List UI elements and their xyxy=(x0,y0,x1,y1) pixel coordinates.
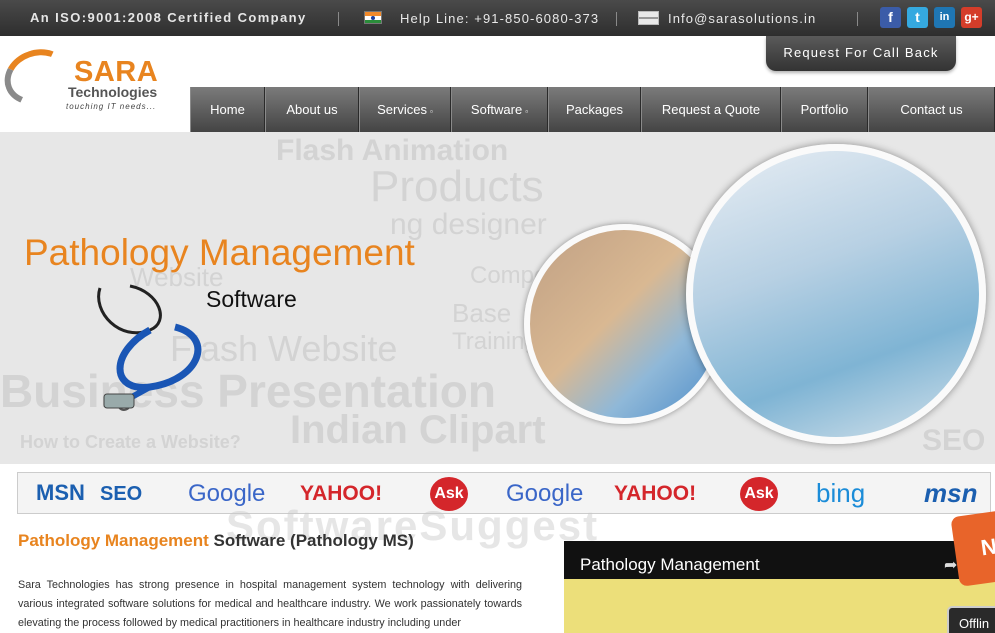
medical-chart-photo xyxy=(686,144,986,444)
ask-logo: Ask xyxy=(740,477,778,511)
logo-sub: Technologies xyxy=(68,84,158,100)
background-word: Base xyxy=(452,298,512,328)
nav-about-us[interactable]: About us xyxy=(265,87,359,132)
intro-paragraph: Sara Technologies has strong presence in… xyxy=(18,579,522,629)
background-word: How to Create a Website? xyxy=(20,432,241,452)
msn-logo: msn xyxy=(924,478,978,508)
video-frame[interactable] xyxy=(564,579,995,633)
yahoo-logo: YAHOO! xyxy=(614,482,697,505)
page: An ISO:9001:2008 Certified Company Help … xyxy=(0,0,995,633)
nav-portfolio[interactable]: Portfolio xyxy=(781,87,868,132)
top-bar: An ISO:9001:2008 Certified Company Help … xyxy=(0,0,995,36)
google-plus-icon[interactable]: g+ xyxy=(961,7,982,28)
divider xyxy=(616,12,617,26)
nav-packages[interactable]: Packages xyxy=(548,87,641,132)
background-word: SEO xyxy=(922,424,986,457)
nav-request-quote[interactable]: Request a Quote xyxy=(641,87,781,132)
logo-tagline: touching IT needs... xyxy=(66,102,157,111)
dropdown-icon: ▫ xyxy=(430,107,433,116)
dropdown-icon: ▫ xyxy=(525,107,529,116)
section-heading: Pathology Management Software (Pathology… xyxy=(18,531,414,551)
heading-rest: Software (Pathology MS) xyxy=(208,531,414,550)
seo-icon: SEO xyxy=(100,483,143,505)
nav-software[interactable]: Software ▫ xyxy=(451,87,548,132)
msn-butterfly-icon: MSN xyxy=(36,480,85,505)
bing-logo: bing xyxy=(816,478,866,508)
india-flag-icon xyxy=(364,11,382,24)
mail-icon xyxy=(638,11,659,25)
facebook-icon[interactable]: f xyxy=(880,7,901,28)
helpline-text: Help Line: +91-850-6080-373 xyxy=(400,11,600,26)
banner-title: Pathology Management xyxy=(24,232,415,273)
hero-banner: Flash Animation Products ng designer Web… xyxy=(0,132,995,464)
video-title: Pathology Management xyxy=(580,555,760,574)
banner-subtitle: Software xyxy=(206,286,297,312)
offline-chat-button[interactable]: Offlin xyxy=(947,606,995,633)
email-link[interactable]: Info@sarasolutions.in xyxy=(668,11,816,26)
heading-accent: Pathology Management xyxy=(18,531,209,550)
stethoscope-icon xyxy=(97,284,202,411)
video-player[interactable]: Pathology Management ➦ xyxy=(564,541,995,633)
divider xyxy=(857,12,858,26)
nav-contact-us[interactable]: Contact us xyxy=(868,87,995,132)
background-word: Products xyxy=(370,162,544,211)
background-word: Indian Clipart xyxy=(290,408,546,452)
sara-logo[interactable]: SARA Technologies touching IT needs... xyxy=(0,40,184,124)
nav-home[interactable]: Home xyxy=(190,87,265,132)
request-callback-button[interactable]: Request For Call Back xyxy=(766,36,956,71)
certification-text: An ISO:9001:2008 Certified Company xyxy=(30,10,307,25)
main-nav: Home About us Services ▫ Software ▫ Packag… xyxy=(190,87,995,132)
linkedin-icon[interactable]: in xyxy=(934,7,955,28)
twitter-icon[interactable]: t xyxy=(907,7,928,28)
nav-services[interactable]: Services ▫ xyxy=(359,87,451,132)
divider xyxy=(338,12,339,26)
